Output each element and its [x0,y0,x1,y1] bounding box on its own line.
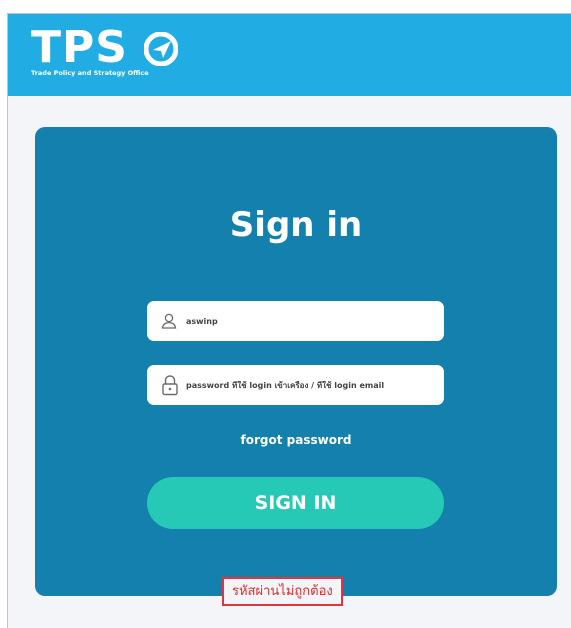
username-field[interactable] [147,301,444,341]
lock-icon [162,375,178,396]
header-bar: TPS Trade Policy and Strategy Office [8,14,571,96]
password-field[interactable] [147,365,444,405]
sign-in-button[interactable]: SIGN IN [147,477,444,529]
logo-plane-icon [144,32,178,66]
page-frame: TPS Trade Policy and Strategy Office Sig… [7,13,571,628]
username-input[interactable] [186,316,436,326]
user-icon [161,313,177,329]
logo-tagline: Trade Policy and Strategy Office [31,69,149,77]
forgot-password-link[interactable]: forgot password [35,433,557,447]
error-message: รหัสผ่านไม่ถูกต้อง [222,577,343,606]
logo-wordmark: TPS [31,22,128,73]
signin-card: Sign in forgot password SIGN IN [35,127,557,596]
tpso-logo[interactable]: TPS Trade Policy and Strategy Office [31,22,191,86]
password-input[interactable] [186,380,436,390]
page-title: Sign in [229,205,363,245]
